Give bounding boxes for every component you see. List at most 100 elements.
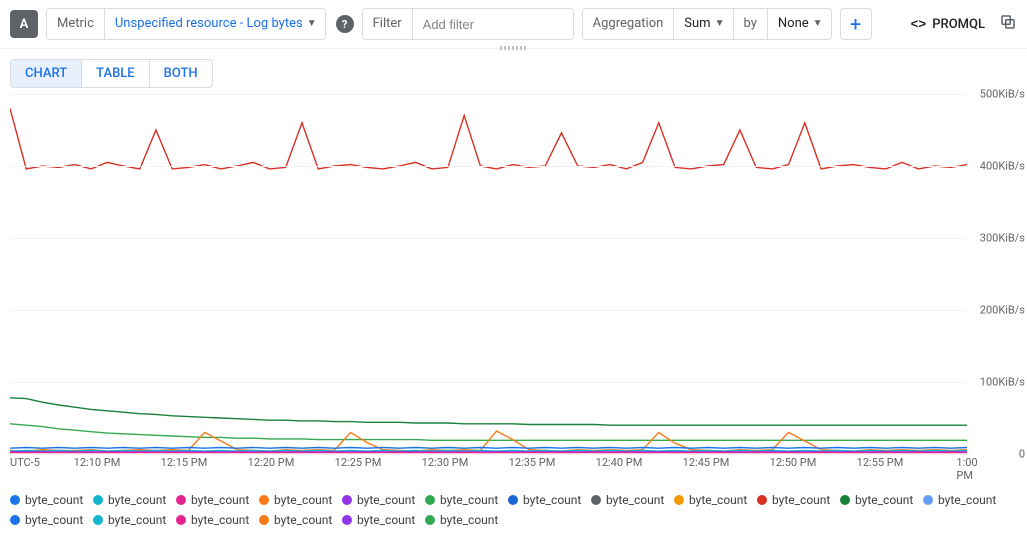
tab-both[interactable]: BOTH xyxy=(149,59,213,88)
legend-label: byte_count xyxy=(25,493,83,507)
legend-item[interactable]: byte_count xyxy=(176,490,259,510)
y-tick-label: 0 xyxy=(1019,448,1025,461)
legend-swatch-icon xyxy=(757,495,767,505)
chart: 500KiB/s400KiB/s300KiB/s200KiB/s100KiB/s… xyxy=(0,94,1027,484)
groupby-value-text: None xyxy=(778,9,809,39)
chart-lines xyxy=(10,94,967,454)
legend-label: byte_count xyxy=(523,493,581,507)
chevron-down-icon: ▼ xyxy=(715,9,725,39)
copy-icon[interactable] xyxy=(999,13,1017,35)
legend-label: byte_count xyxy=(440,513,498,527)
legend-label: byte_count xyxy=(440,493,498,507)
legend-swatch-icon xyxy=(93,495,103,505)
legend-label: byte_count xyxy=(274,493,332,507)
x-tick-label: 12:40 PM xyxy=(596,456,643,469)
chevron-down-icon: ▼ xyxy=(813,9,823,39)
groupby-value[interactable]: None ▼ xyxy=(768,9,831,39)
promql-button[interactable]: <> PROMQL xyxy=(905,17,991,32)
legend-item[interactable]: byte_count xyxy=(10,490,93,510)
legend-label: byte_count xyxy=(274,513,332,527)
x-tick-label: 12:45 PM xyxy=(683,456,730,469)
drag-handle-icon[interactable] xyxy=(500,46,528,50)
x-tick-label: 12:30 PM xyxy=(422,456,469,469)
filter-control[interactable]: Filter xyxy=(362,8,574,40)
legend-swatch-icon xyxy=(342,515,352,525)
legend-item[interactable]: byte_count xyxy=(591,490,674,510)
code-icon: <> xyxy=(911,17,927,32)
x-tick-label: 12:20 PM xyxy=(248,456,295,469)
gridline xyxy=(10,94,967,95)
query-badge: A xyxy=(10,10,38,38)
legend-swatch-icon xyxy=(10,495,20,505)
x-tick-label: 12:15 PM xyxy=(161,456,208,469)
aggregation-label: Aggregation xyxy=(583,9,675,39)
plot-area xyxy=(10,94,967,454)
legend-item[interactable]: byte_count xyxy=(840,490,923,510)
metric-selector[interactable]: Metric Unspecified resource - Log bytes … xyxy=(46,8,326,40)
legend-item[interactable]: byte_count xyxy=(342,510,425,530)
y-axis: 500KiB/s400KiB/s300KiB/s200KiB/s100KiB/s… xyxy=(970,94,1025,454)
x-tick-label: 12:35 PM xyxy=(509,456,556,469)
chart-legend: byte_countbyte_countbyte_countbyte_count… xyxy=(0,484,1027,536)
legend-swatch-icon xyxy=(176,515,186,525)
query-toolbar: A Metric Unspecified resource - Log byte… xyxy=(0,0,1027,49)
x-tick-label: 1:00 PM xyxy=(956,456,977,482)
aggregation-control[interactable]: Aggregation Sum ▼ by None ▼ xyxy=(582,8,832,40)
help-icon[interactable]: ? xyxy=(336,15,354,33)
y-tick-label: 200KiB/s xyxy=(980,304,1025,317)
legend-swatch-icon xyxy=(259,495,269,505)
legend-swatch-icon xyxy=(342,495,352,505)
legend-item[interactable]: byte_count xyxy=(425,510,508,530)
legend-label: byte_count xyxy=(855,493,913,507)
legend-swatch-icon xyxy=(674,495,684,505)
legend-item[interactable]: byte_count xyxy=(93,490,176,510)
legend-label: byte_count xyxy=(938,493,996,507)
tab-table[interactable]: TABLE xyxy=(82,59,149,88)
legend-label: byte_count xyxy=(357,493,415,507)
gridline xyxy=(10,310,967,311)
x-tick-label: 12:55 PM xyxy=(857,456,904,469)
legend-item[interactable]: byte_count xyxy=(259,490,342,510)
legend-item[interactable]: byte_count xyxy=(674,490,757,510)
legend-swatch-icon xyxy=(93,515,103,525)
metric-value[interactable]: Unspecified resource - Log bytes ▼ xyxy=(105,9,325,39)
legend-label: byte_count xyxy=(108,513,166,527)
legend-swatch-icon xyxy=(591,495,601,505)
legend-item[interactable]: byte_count xyxy=(259,510,342,530)
legend-swatch-icon xyxy=(840,495,850,505)
legend-label: byte_count xyxy=(191,513,249,527)
legend-swatch-icon xyxy=(923,495,933,505)
legend-swatch-icon xyxy=(259,515,269,525)
legend-item[interactable]: byte_count xyxy=(93,510,176,530)
legend-item[interactable]: byte_count xyxy=(10,510,93,530)
legend-item[interactable]: byte_count xyxy=(425,490,508,510)
legend-item[interactable]: byte_count xyxy=(757,490,840,510)
x-tick-label: 12:50 PM xyxy=(770,456,817,469)
legend-swatch-icon xyxy=(508,495,518,505)
gridline xyxy=(10,382,967,383)
chevron-down-icon: ▼ xyxy=(307,9,317,39)
y-tick-label: 400KiB/s xyxy=(980,160,1025,173)
add-query-button[interactable]: + xyxy=(840,8,872,40)
legend-label: byte_count xyxy=(191,493,249,507)
x-tick-label: 12:25 PM xyxy=(335,456,382,469)
x-tick-label: 12:10 PM xyxy=(74,456,121,469)
legend-label: byte_count xyxy=(357,513,415,527)
gridline xyxy=(10,238,967,239)
filter-input[interactable] xyxy=(413,9,573,39)
legend-swatch-icon xyxy=(176,495,186,505)
groupby-label: by xyxy=(733,9,768,39)
legend-label: byte_count xyxy=(606,493,664,507)
legend-label: byte_count xyxy=(689,493,747,507)
legend-swatch-icon xyxy=(425,515,435,525)
metric-label: Metric xyxy=(47,9,105,39)
legend-label: byte_count xyxy=(772,493,830,507)
gridline xyxy=(10,454,967,455)
y-tick-label: 500KiB/s xyxy=(980,88,1025,101)
legend-item[interactable]: byte_count xyxy=(923,490,1006,510)
tab-chart[interactable]: CHART xyxy=(10,59,82,88)
legend-item[interactable]: byte_count xyxy=(176,510,259,530)
aggregation-value[interactable]: Sum ▼ xyxy=(674,9,732,39)
legend-item[interactable]: byte_count xyxy=(508,490,591,510)
legend-item[interactable]: byte_count xyxy=(342,490,425,510)
